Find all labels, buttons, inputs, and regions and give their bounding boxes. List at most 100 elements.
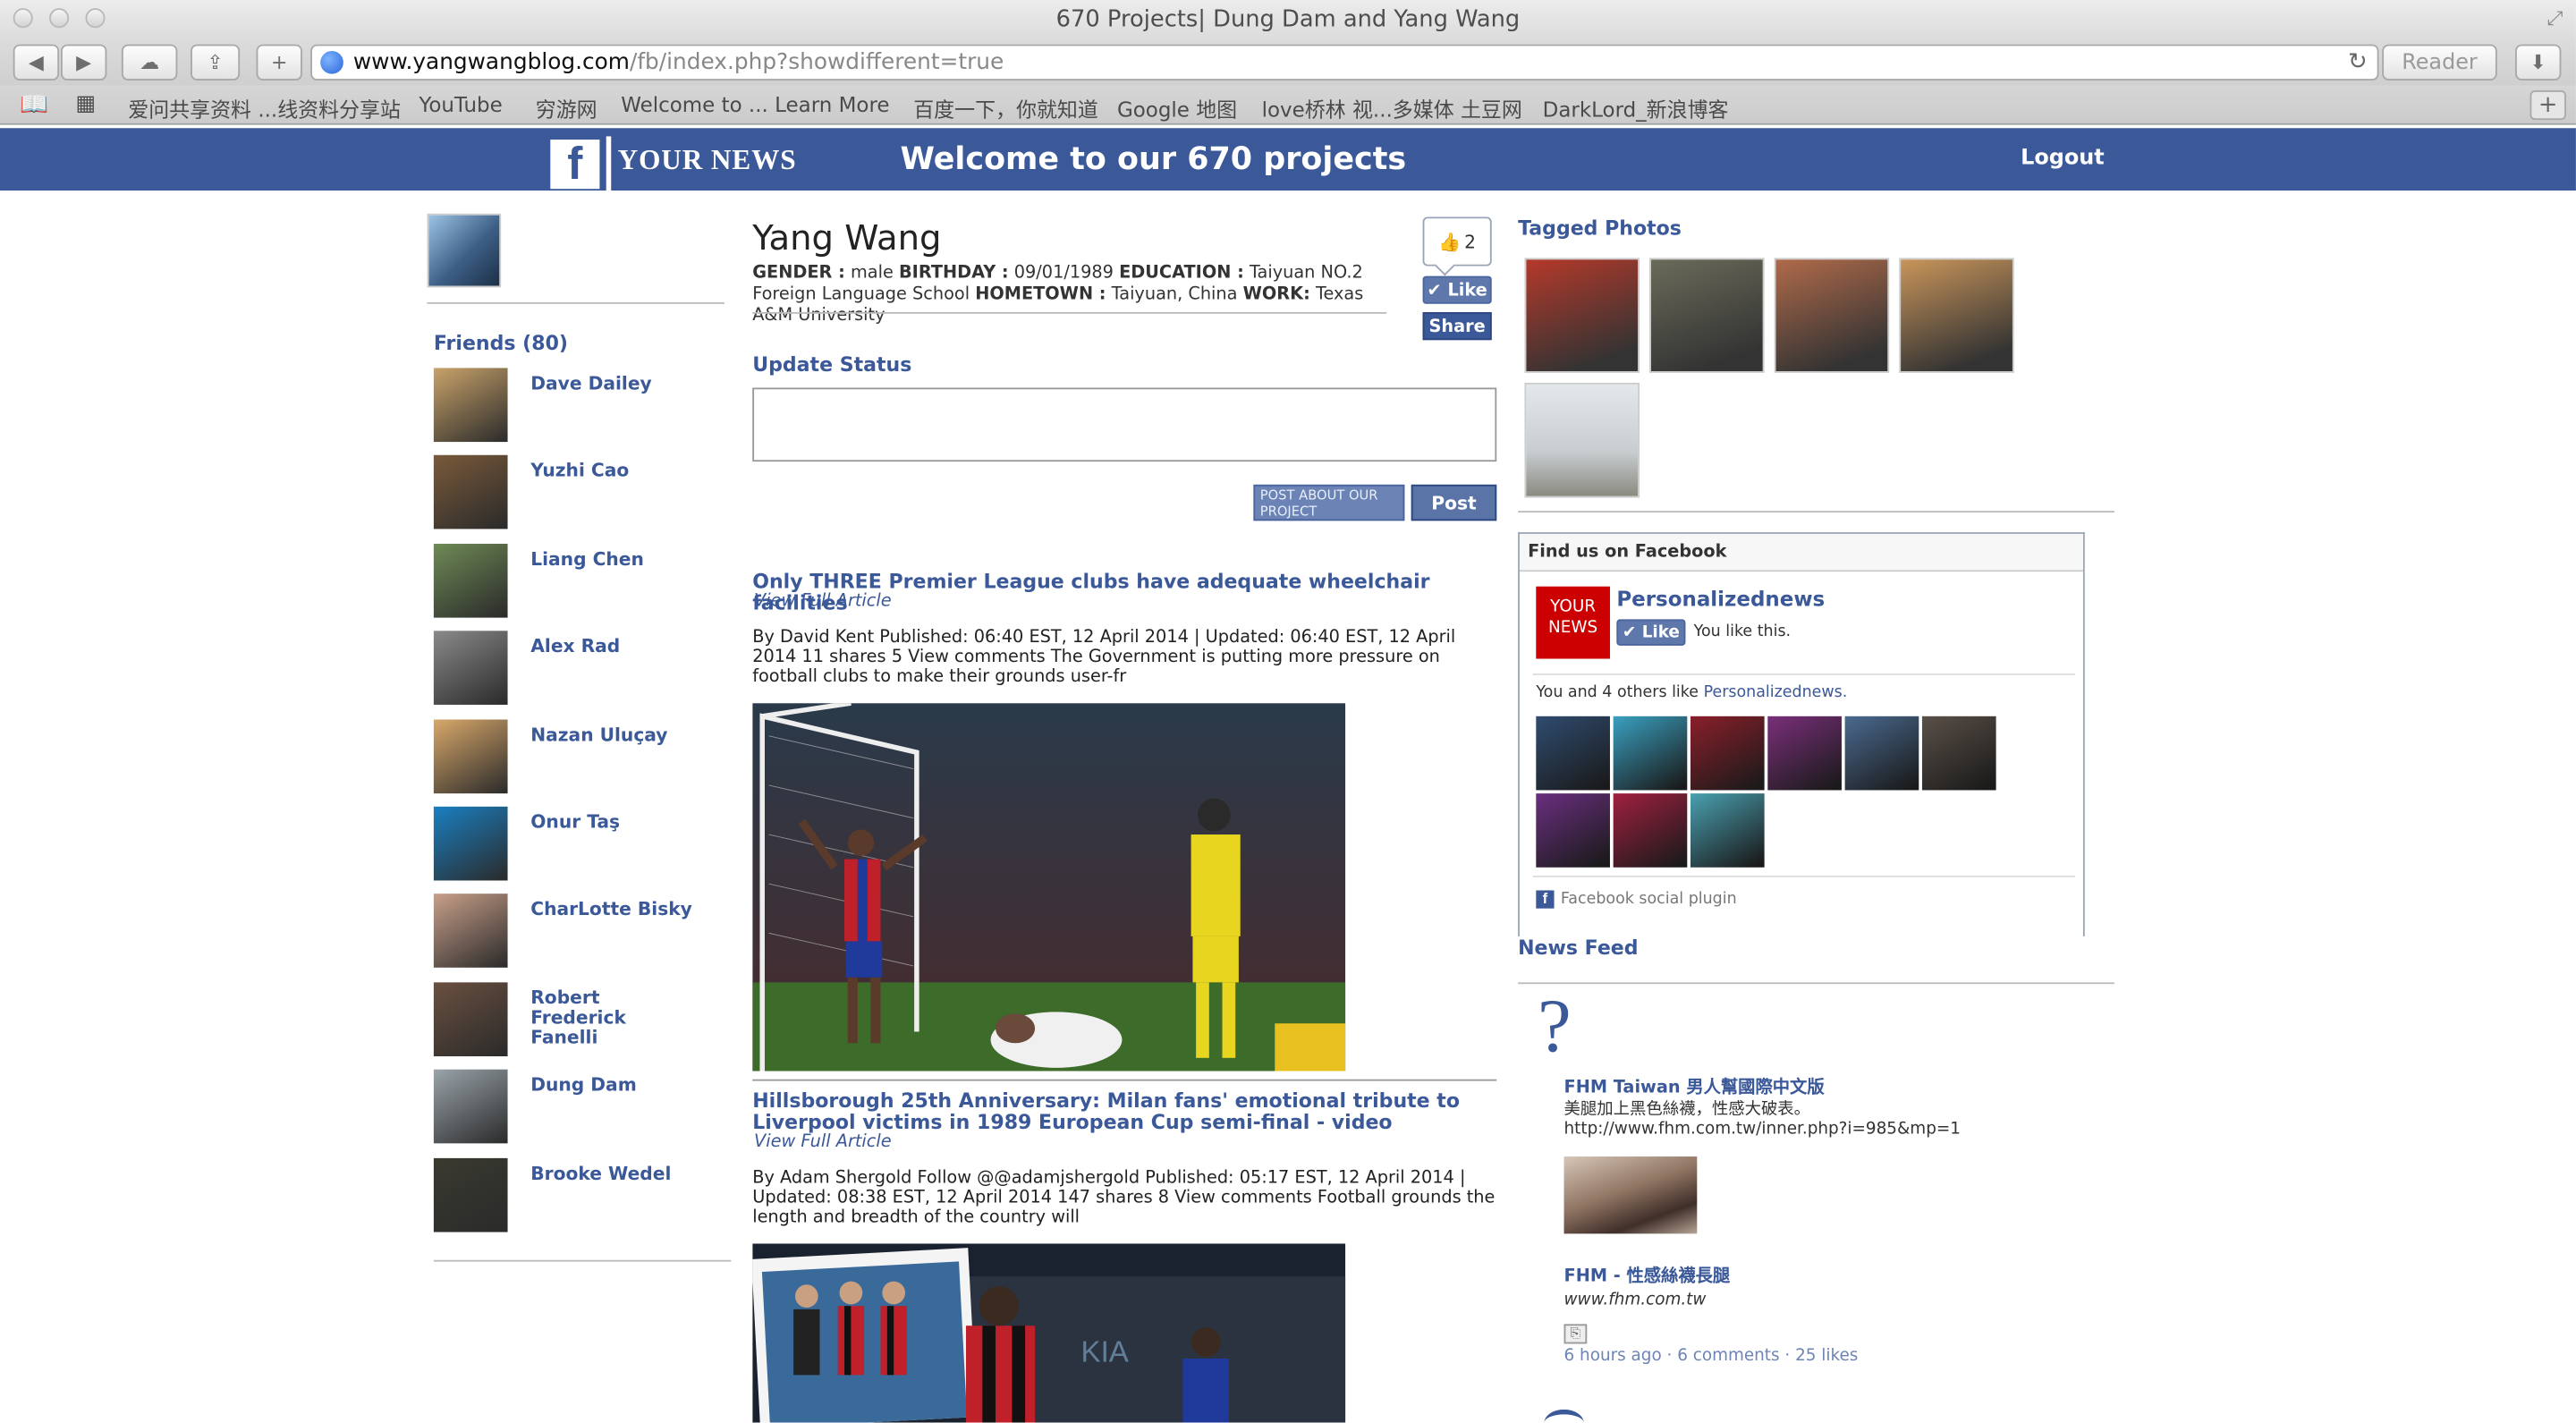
friend-name[interactable]: Alex Rad bbox=[530, 637, 695, 657]
friend-avatar[interactable] bbox=[433, 981, 508, 1056]
bookmark-item[interactable]: YouTube bbox=[419, 92, 502, 117]
view-full-article-link[interactable]: View Full Article bbox=[754, 591, 892, 611]
friend-item[interactable]: CharLotte Bisky bbox=[433, 894, 730, 970]
like-button[interactable]: ✔ Like bbox=[1422, 275, 1492, 304]
fan-avatar[interactable] bbox=[1921, 716, 1996, 791]
share-button[interactable]: Share bbox=[1422, 311, 1492, 341]
page-name-inline-link[interactable]: Personalizednews. bbox=[1704, 683, 1848, 701]
status-textarea[interactable] bbox=[752, 387, 1497, 462]
work-label: WORK: bbox=[1242, 284, 1310, 304]
profile-info: GENDER : male BIRTHDAY : 09/01/1989 EDUC… bbox=[752, 263, 1393, 327]
feed-link-domain: www.fhm.com.tw bbox=[1563, 1291, 1707, 1309]
divider bbox=[1518, 511, 2114, 513]
feed-item-meta[interactable]: 6 hours ago · 6 comments · 25 likes bbox=[1564, 1347, 1859, 1365]
friend-item[interactable]: Nazan Uluçay bbox=[433, 718, 730, 794]
friend-avatar[interactable] bbox=[433, 1157, 508, 1232]
friend-item[interactable]: Alex Rad bbox=[433, 631, 730, 707]
bookmark-item[interactable]: 爱问共享资料 ...线资料分享站 bbox=[128, 92, 401, 123]
bookmark-item[interactable]: love桥林 视...多媒体 土豆网 bbox=[1262, 92, 1522, 123]
friend-item[interactable]: Dung Dam bbox=[433, 1070, 730, 1145]
fan-avatar[interactable] bbox=[1613, 793, 1688, 868]
bookmark-item[interactable]: Welcome to ... Learn More bbox=[621, 92, 889, 117]
fan-avatar[interactable] bbox=[1613, 716, 1688, 791]
check-icon: ✔ bbox=[1622, 623, 1637, 642]
article-image[interactable]: KIA bbox=[752, 1243, 1346, 1423]
tagged-photo[interactable] bbox=[1649, 258, 1765, 373]
fan-avatar[interactable] bbox=[1844, 716, 1919, 791]
article-image[interactable] bbox=[752, 703, 1346, 1071]
logout-link[interactable]: Logout bbox=[2021, 146, 2105, 171]
top-sites-icon[interactable]: ▦ bbox=[75, 92, 96, 117]
friend-avatar[interactable] bbox=[433, 631, 508, 706]
svg-text:KIA: KIA bbox=[1081, 1336, 1129, 1369]
feed-item-text: 美腿加上黑色絲襪，性感大破表。 http://www.fhm.com.tw/in… bbox=[1563, 1100, 1961, 1139]
fan-avatar[interactable] bbox=[1767, 716, 1842, 791]
friend-name[interactable]: Dung Dam bbox=[530, 1075, 695, 1096]
friend-name[interactable]: Nazan Uluçay bbox=[530, 724, 695, 745]
bookmark-item[interactable]: 百度一下，你就知道 bbox=[913, 92, 1098, 123]
address-bar[interactable]: www.yangwangblog.com/fb/index.php?showdi… bbox=[310, 44, 2379, 80]
article-title[interactable]: Hillsborough 25th Anniversary: Milan fan… bbox=[752, 1090, 1475, 1134]
reader-button[interactable]: Reader bbox=[2382, 44, 2497, 80]
tagged-photo[interactable] bbox=[1774, 258, 1890, 373]
fullscreen-icon[interactable]: ⤢ bbox=[2547, 6, 2563, 31]
feed-item-photo[interactable] bbox=[1563, 1156, 1698, 1234]
friend-avatar[interactable] bbox=[433, 543, 508, 618]
friend-item[interactable]: Brooke Wedel bbox=[433, 1157, 730, 1232]
new-tab-button[interactable]: + bbox=[256, 44, 302, 80]
friend-name[interactable]: Dave Dailey bbox=[530, 374, 695, 394]
page-like-button[interactable]: ✔ Like bbox=[1616, 619, 1686, 646]
back-button[interactable]: ◀ bbox=[13, 44, 60, 80]
tagged-photo[interactable] bbox=[1524, 382, 1640, 498]
next-feed-item-icon bbox=[1544, 1409, 1584, 1423]
fan-avatar[interactable] bbox=[1536, 716, 1610, 791]
page-logo[interactable]: YOUR NEWS bbox=[1536, 586, 1610, 659]
friend-name[interactable]: CharLotte Bisky bbox=[530, 900, 695, 920]
page-name-link[interactable]: Personalizednews bbox=[1616, 587, 1825, 612]
friend-avatar[interactable] bbox=[433, 368, 508, 443]
friends-title[interactable]: Friends (80) bbox=[434, 332, 568, 355]
post-button[interactable]: Post bbox=[1411, 484, 1497, 521]
fan-avatar[interactable] bbox=[1690, 716, 1765, 791]
bookmark-item[interactable]: Google 地图 bbox=[1117, 92, 1237, 123]
like-label: Like bbox=[1641, 623, 1680, 642]
feed-item-title[interactable]: FHM Taiwan 男人幫國際中文版 bbox=[1564, 1074, 1825, 1099]
fan-avatar[interactable] bbox=[1690, 793, 1765, 868]
friend-name[interactable]: Robert Frederick Fanelli bbox=[530, 987, 695, 1047]
bookmark-item[interactable]: 穷游网 bbox=[536, 92, 597, 123]
friend-avatar[interactable] bbox=[433, 806, 508, 881]
friend-name[interactable]: Brooke Wedel bbox=[530, 1164, 695, 1183]
link-attachment-icon: ⎘ bbox=[1563, 1324, 1588, 1344]
social-plugin-footer[interactable]: f Facebook social plugin bbox=[1536, 890, 1737, 909]
friend-avatar[interactable] bbox=[433, 894, 508, 969]
friend-avatar[interactable] bbox=[433, 455, 508, 530]
reading-list-icon[interactable]: 📖 bbox=[20, 92, 48, 118]
reload-icon[interactable]: ↻ bbox=[2348, 49, 2368, 75]
share-page-button[interactable]: ⇪ bbox=[191, 44, 241, 80]
like-count: 2 bbox=[1464, 231, 1476, 252]
birthday-value: 09/01/1989 bbox=[1013, 262, 1114, 283]
friend-item[interactable]: Liang Chen bbox=[433, 543, 730, 619]
back-arrow-icon: ◀ bbox=[28, 50, 44, 74]
friend-item[interactable]: Onur Taş bbox=[433, 806, 730, 882]
downloads-button[interactable]: ⬇ bbox=[2514, 44, 2562, 80]
friend-name[interactable]: Liang Chen bbox=[530, 549, 695, 570]
friend-avatar[interactable] bbox=[433, 718, 508, 793]
forward-button[interactable]: ▶ bbox=[60, 44, 107, 80]
tagged-photo[interactable] bbox=[1524, 258, 1640, 373]
add-bookmark-button[interactable]: + bbox=[2529, 90, 2566, 121]
profile-picture[interactable] bbox=[427, 213, 502, 288]
friend-item[interactable]: Robert Frederick Fanelli bbox=[433, 981, 730, 1057]
tagged-photo[interactable] bbox=[1899, 258, 2014, 373]
friend-avatar[interactable] bbox=[433, 1070, 508, 1144]
post-about-project-button[interactable]: POST ABOUT OUR PROJECT bbox=[1253, 484, 1405, 521]
icloud-tabs-button[interactable]: ☁ bbox=[121, 44, 178, 80]
view-full-article-link[interactable]: View Full Article bbox=[754, 1131, 892, 1151]
friend-name[interactable]: Yuzhi Cao bbox=[530, 462, 695, 482]
friend-item[interactable]: Yuzhi Cao bbox=[433, 455, 730, 530]
friend-name[interactable]: Onur Taş bbox=[530, 812, 695, 833]
feed-link-title[interactable]: FHM - 性感絲襪長腿 bbox=[1564, 1263, 1731, 1288]
friend-item[interactable]: Dave Dailey bbox=[433, 368, 730, 443]
fan-avatar[interactable] bbox=[1536, 793, 1610, 868]
bookmark-item[interactable]: DarkLord_新浪博客 bbox=[1543, 92, 1729, 123]
